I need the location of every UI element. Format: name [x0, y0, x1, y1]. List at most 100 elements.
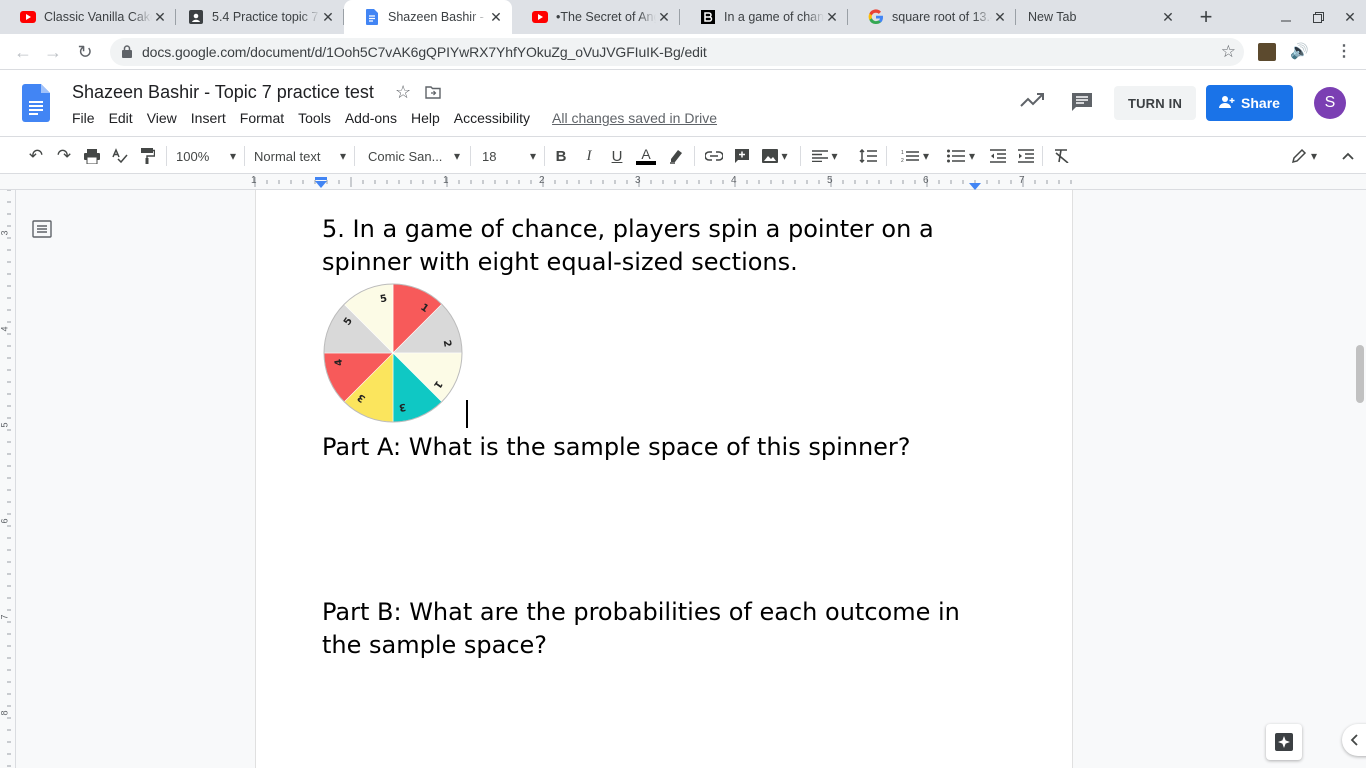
align-icon[interactable]: ▾ [808, 144, 842, 168]
dropdown-arrow-icon: ▾ [339, 149, 346, 163]
docs-logo-icon[interactable] [22, 84, 50, 127]
close-tab-icon[interactable]: ✕ [152, 9, 168, 25]
svg-text:1: 1 [901, 150, 904, 156]
media-control-icon[interactable]: 🔊 [1290, 42, 1309, 60]
undo-icon[interactable]: ↶ [24, 144, 48, 168]
bold-icon[interactable]: B [550, 144, 572, 168]
close-tab-icon[interactable]: ✕ [992, 9, 1008, 25]
bulleted-list-icon[interactable]: ▾ [942, 144, 980, 168]
share-button[interactable]: Share [1206, 85, 1293, 121]
menu-view[interactable]: View [147, 110, 177, 126]
scrollbar-thumb[interactable] [1356, 345, 1364, 403]
comment-icon[interactable] [1071, 92, 1093, 117]
toolbar-divider [166, 146, 167, 166]
print-icon[interactable] [80, 144, 104, 168]
insert-comment-icon[interactable] [730, 144, 754, 168]
activity-trend-icon[interactable] [1020, 92, 1044, 113]
browser-tab-strip: Classic Vanilla Cake ✕ 5.4 Practice topi… [0, 0, 1366, 34]
turn-in-button[interactable]: TURN IN [1114, 86, 1196, 120]
decrease-indent-icon[interactable] [986, 144, 1010, 168]
menu-addons[interactable]: Add-ons [345, 110, 397, 126]
restore-icon[interactable] [1302, 0, 1334, 34]
extension-icon[interactable] [1258, 43, 1276, 61]
paragraph-style-select[interactable]: Normal text ▾ [254, 144, 346, 168]
italic-icon[interactable]: I [578, 144, 600, 168]
avatar[interactable]: S [1314, 87, 1346, 119]
spinner-image[interactable]: 12133455 [322, 282, 464, 429]
clear-formatting-icon[interactable] [1050, 144, 1074, 168]
browser-tab[interactable]: New Tab ✕ [1016, 0, 1184, 34]
side-panel-toggle[interactable] [1342, 724, 1366, 756]
menu-edit[interactable]: Edit [109, 110, 133, 126]
back-icon[interactable]: ← [8, 37, 38, 67]
move-folder-icon[interactable] [425, 85, 441, 104]
part-a-text[interactable]: Part A: What is the sample space of this… [322, 431, 992, 464]
vertical-ruler[interactable]: 3 4 5 6 7 8 [0, 190, 16, 768]
save-status[interactable]: All changes saved in Drive [552, 110, 717, 126]
close-window-icon[interactable]: ✕ [1334, 0, 1366, 34]
browser-tab[interactable]: 5.4 Practice topic 7 ✕ [168, 0, 344, 34]
reload-icon[interactable]: ↻ [70, 37, 100, 67]
brainly-icon [700, 9, 716, 25]
ruler-number: 4 [0, 326, 10, 332]
dropdown-arrow-icon: ▾ [831, 149, 838, 163]
url-input[interactable]: docs.google.com/document/d/1Ooh5C7vAK6gQ… [110, 38, 1244, 66]
ruler-scale [254, 177, 1072, 187]
browser-tab[interactable]: Classic Vanilla Cake ✕ [0, 0, 176, 34]
close-tab-icon[interactable]: ✕ [320, 9, 336, 25]
minimize-icon[interactable] [1270, 0, 1302, 34]
document-outline-icon[interactable] [32, 220, 52, 243]
explore-button[interactable] [1266, 724, 1302, 760]
new-tab-button[interactable]: + [1190, 0, 1222, 34]
menu-insert[interactable]: Insert [191, 110, 226, 126]
horizontal-ruler[interactable]: 1 1 2 3 4 5 6 7 [0, 174, 1366, 190]
increase-indent-icon[interactable] [1014, 144, 1038, 168]
browser-tab-active[interactable]: Shazeen Bashir - Topic 7 ✕ [344, 0, 512, 34]
ruler-scale [7, 190, 11, 767]
document-title[interactable]: Shazeen Bashir - Topic 7 practice test [72, 82, 374, 103]
close-tab-icon[interactable]: ✕ [824, 9, 840, 25]
vertical-scrollbar[interactable] [1350, 190, 1366, 768]
ruler-number: 6 [0, 518, 10, 524]
browser-tab[interactable]: In a game of chance ✕ [680, 0, 848, 34]
tab-title: Shazeen Bashir - Topic 7 [388, 10, 488, 24]
font-family-select[interactable]: Comic San... ▾ [368, 144, 460, 168]
collapse-menus-icon[interactable] [1336, 144, 1360, 168]
menu-help[interactable]: Help [411, 110, 440, 126]
line-spacing-icon[interactable] [856, 144, 880, 168]
close-tab-icon[interactable]: ✕ [656, 9, 672, 25]
ruler-number: 7 [1019, 175, 1025, 186]
question-text[interactable]: 5. In a game of chance, players spin a p… [322, 213, 992, 279]
text-color-icon[interactable]: A [634, 144, 658, 168]
browser-tab[interactable]: square root of 13.4 ✕ [848, 0, 1016, 34]
youtube-icon [20, 9, 36, 25]
highlight-color-icon[interactable] [664, 144, 688, 168]
menu-accessibility[interactable]: Accessibility [454, 110, 530, 126]
ruler-number: 2 [539, 175, 545, 186]
forward-icon[interactable]: → [38, 37, 68, 67]
spellcheck-icon[interactable] [108, 144, 132, 168]
underline-icon[interactable]: U [606, 144, 628, 168]
insert-link-icon[interactable] [702, 144, 726, 168]
insert-image-icon[interactable]: ▾ [758, 144, 792, 168]
bookmark-star-icon[interactable]: ☆ [1221, 42, 1236, 62]
close-tab-icon[interactable]: ✕ [488, 9, 504, 25]
zoom-select[interactable]: 100% ▾ [176, 144, 236, 168]
dropdown-arrow-icon: ▾ [968, 149, 976, 163]
tab-title: square root of 13.4 [892, 10, 992, 24]
document-page[interactable]: 5. In a game of chance, players spin a p… [256, 190, 1072, 768]
menu-file[interactable]: File [72, 110, 95, 126]
browser-tab[interactable]: •The Secret of Angel ✕ [512, 0, 680, 34]
paint-format-icon[interactable] [136, 144, 160, 168]
font-size-select[interactable]: 18 ▾ [482, 144, 536, 168]
menu-tools[interactable]: Tools [298, 110, 331, 126]
close-tab-icon[interactable]: ✕ [1160, 9, 1176, 25]
star-icon[interactable]: ☆ [395, 82, 411, 103]
tab-title: 5.4 Practice topic 7 [212, 10, 319, 24]
browser-menu-icon[interactable]: ⋮ [1336, 41, 1352, 61]
menu-format[interactable]: Format [240, 110, 284, 126]
numbered-list-icon[interactable]: 1 2 ▾ [896, 144, 934, 168]
part-b-text[interactable]: Part B: What are the probabilities of ea… [322, 596, 992, 662]
editing-mode-icon[interactable]: ▾ [1286, 144, 1322, 168]
redo-icon[interactable]: ↷ [52, 144, 76, 168]
